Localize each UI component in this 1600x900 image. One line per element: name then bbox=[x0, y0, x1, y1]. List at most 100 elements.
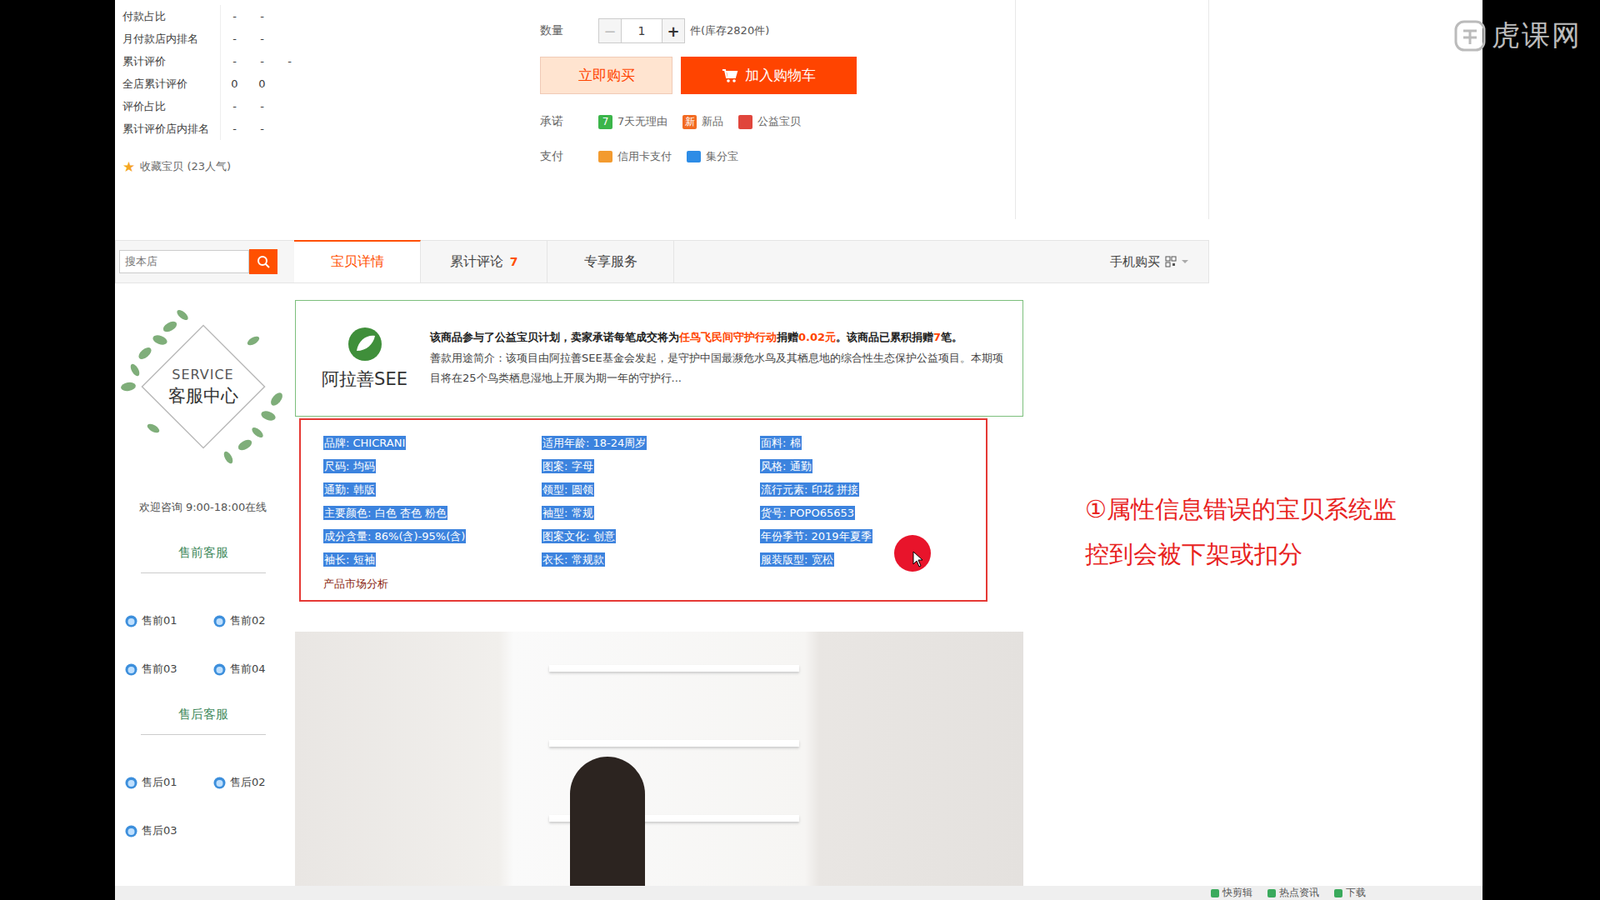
tab[interactable]: 累计评论7 bbox=[420, 240, 548, 283]
photo-shelf bbox=[549, 665, 800, 672]
promise-text: 7天无理由 bbox=[617, 114, 668, 130]
wangwang-icon bbox=[125, 825, 138, 838]
group-title: 售后客服 bbox=[178, 706, 229, 723]
top-section: 付款占比--月付款店内排名--累计评价---全店累计评价00评价占比--累计评价… bbox=[115, 0, 1210, 220]
group-title: 售前客服 bbox=[178, 545, 229, 561]
status-bar: 快剪辑 热点资讯下载 bbox=[115, 885, 1483, 900]
stat-value: 0 bbox=[220, 77, 249, 90]
promise-item[interactable]: 新新品 bbox=[682, 114, 724, 130]
attribute-item: 图案: 字母 bbox=[541, 459, 760, 475]
wangwang-icon bbox=[125, 663, 138, 676]
payment-item[interactable]: 信用卡支付 bbox=[598, 149, 672, 165]
service-cn: 客服中心 bbox=[168, 384, 239, 408]
add-to-cart-button[interactable]: 加入购物车 bbox=[680, 56, 857, 95]
tab-count: 7 bbox=[510, 255, 519, 269]
stat-value: - bbox=[248, 122, 276, 135]
stock-text: 件(库存2820件) bbox=[690, 23, 770, 39]
status-text: 热点资讯 bbox=[1279, 885, 1320, 900]
status-item[interactable]: 热点资讯 bbox=[1267, 885, 1320, 900]
attribute-item: 衣长: 常规款 bbox=[541, 552, 760, 568]
agent-name: 售后01 bbox=[141, 775, 178, 790]
wangwang-icon bbox=[213, 663, 226, 676]
promise-text: 公益宝贝 bbox=[757, 114, 801, 130]
market-analysis-link[interactable]: 产品市场分析 bbox=[323, 576, 986, 592]
attribute-text: 袖长: 短袖 bbox=[323, 552, 376, 567]
charity-description: 善款用途简介：该项目由阿拉善SEE基金会发起，是守护中国最濒危水鸟及其栖息地的综… bbox=[430, 348, 1011, 390]
search-button[interactable] bbox=[249, 249, 278, 275]
charity-logo-text: 阿拉善SEE bbox=[321, 367, 408, 391]
favorite-text: 收藏宝贝 (23人气) bbox=[140, 159, 231, 175]
agent-name: 售前02 bbox=[230, 613, 266, 629]
status-icon bbox=[1210, 889, 1220, 898]
status-icon bbox=[1334, 889, 1343, 898]
tab-label: 宝贝详情 bbox=[330, 253, 385, 271]
mobile-buy[interactable]: 手机购买 bbox=[1110, 240, 1209, 283]
watermark-text: 虎课网 bbox=[1491, 16, 1582, 55]
content-body: SERVICE客服中心欢迎咨询 9:00-18:00在线售前客服售前01售前02… bbox=[115, 283, 1483, 886]
stat-label: 付款占比 bbox=[122, 5, 221, 28]
promise-row: 承诺77天无理由新新品公益宝贝 bbox=[540, 114, 1015, 130]
search-input[interactable]: 搜本店 bbox=[119, 250, 250, 274]
attribute-item: 面料: 棉 bbox=[760, 435, 979, 451]
quantity-input[interactable]: 1 bbox=[621, 18, 662, 44]
stat-value: - bbox=[275, 55, 304, 68]
stat-value: - bbox=[248, 32, 276, 45]
attribute-item: 品牌: CHICRANI bbox=[323, 435, 542, 451]
promise-badge-icon: 新 bbox=[682, 115, 697, 130]
agent-name: 售前01 bbox=[141, 613, 178, 629]
attribute-item: 袖长: 短袖 bbox=[323, 552, 542, 568]
service-hours: 欢迎咨询 9:00-18:00在线 bbox=[139, 500, 267, 515]
letterbox-left bbox=[0, 0, 115, 900]
stat-label: 评价占比 bbox=[122, 95, 221, 118]
agent-link[interactable]: 售前04 bbox=[213, 661, 289, 677]
payment-item[interactable]: 集分宝 bbox=[686, 149, 739, 165]
attribute-text: 衣长: 常规款 bbox=[541, 552, 605, 567]
buy-now-button[interactable]: 立即购买 bbox=[540, 56, 673, 95]
attribute-text: 图案: 字母 bbox=[541, 459, 595, 474]
agent-link[interactable]: 售后03 bbox=[125, 823, 214, 839]
stat-value: 0 bbox=[248, 77, 276, 90]
promise-item[interactable]: 77天无理由 bbox=[598, 114, 668, 130]
attribute-item: 尺码: 均码 bbox=[323, 459, 542, 475]
attribute-item: 袖型: 常规 bbox=[541, 505, 760, 521]
product-page: 付款占比--月付款店内排名--累计评价---全店累计评价00评价占比--累计评价… bbox=[115, 0, 1483, 900]
mobile-buy-text: 手机购买 bbox=[1110, 254, 1160, 270]
promise-item[interactable]: 公益宝贝 bbox=[738, 114, 801, 130]
stat-value: - bbox=[220, 55, 249, 68]
charity-box: 阿拉善SEE 该商品参与了公益宝贝计划，卖家承诺每笔成交将为任鸟飞民间守护行动捐赠… bbox=[295, 300, 1024, 417]
stat-row: 累计评价店内排名-- bbox=[122, 117, 315, 140]
payment-row: 支付信用卡支付集分宝 bbox=[540, 149, 1015, 165]
status-item[interactable]: 下载 bbox=[1334, 885, 1366, 900]
annotation: ①属性信息错误的宝贝系统监控到会被下架或扣分 bbox=[1023, 283, 1483, 886]
attribute-text: 主要颜色: 白色 杏色 粉色 bbox=[323, 505, 448, 520]
annotation-line: 控到会被下架或扣分 bbox=[1085, 531, 1483, 577]
stat-row: 全店累计评价00 bbox=[122, 72, 315, 95]
tab[interactable]: 宝贝详情 bbox=[294, 240, 421, 283]
status-icon bbox=[1267, 889, 1276, 898]
tab[interactable]: 专享服务 bbox=[547, 240, 675, 283]
status-item[interactable]: 快剪辑 bbox=[1210, 885, 1253, 900]
agent-link[interactable]: 售后02 bbox=[213, 775, 289, 790]
attribute-item: 服装版型: 宽松 bbox=[760, 552, 979, 568]
quantity-label: 数量 bbox=[540, 23, 599, 39]
stat-value: - bbox=[248, 55, 276, 68]
agent-link[interactable]: 售后01 bbox=[125, 775, 214, 790]
page-body: 付款占比--月付款店内排名--累计评价---全店累计评价00评价占比--累计评价… bbox=[115, 0, 1483, 886]
favorite-link[interactable]: ★收藏宝贝 (23人气) bbox=[122, 158, 315, 175]
agent-link[interactable]: 售前02 bbox=[213, 613, 289, 629]
minus-button[interactable]: − bbox=[598, 18, 622, 44]
cursor-highlight bbox=[894, 535, 931, 572]
hukewang-logo-icon bbox=[1453, 19, 1487, 53]
agent-link[interactable]: 售前03 bbox=[125, 661, 214, 677]
plus-button[interactable]: + bbox=[661, 18, 685, 44]
stat-value: - bbox=[220, 100, 249, 113]
video-frame: 付款占比--月付款店内排名--累计评价---全店累计评价00评价占比--累计评价… bbox=[0, 0, 1600, 900]
qr-icon bbox=[1165, 255, 1177, 268]
promise-text: 新品 bbox=[701, 114, 724, 130]
charity-text-part: 任鸟飞民间守护行动 bbox=[679, 330, 777, 344]
agent-link[interactable]: 售前01 bbox=[125, 613, 214, 629]
charity-text: 该商品参与了公益宝贝计划，卖家承诺每笔成交将为任鸟飞民间守护行动捐赠0.02元。… bbox=[430, 327, 1011, 390]
stat-row: 评价占比-- bbox=[122, 95, 315, 118]
attribute-text: 袖型: 常规 bbox=[541, 505, 595, 520]
service-group: 售前客服售前01 售前02 售前03售前04 bbox=[115, 545, 291, 677]
